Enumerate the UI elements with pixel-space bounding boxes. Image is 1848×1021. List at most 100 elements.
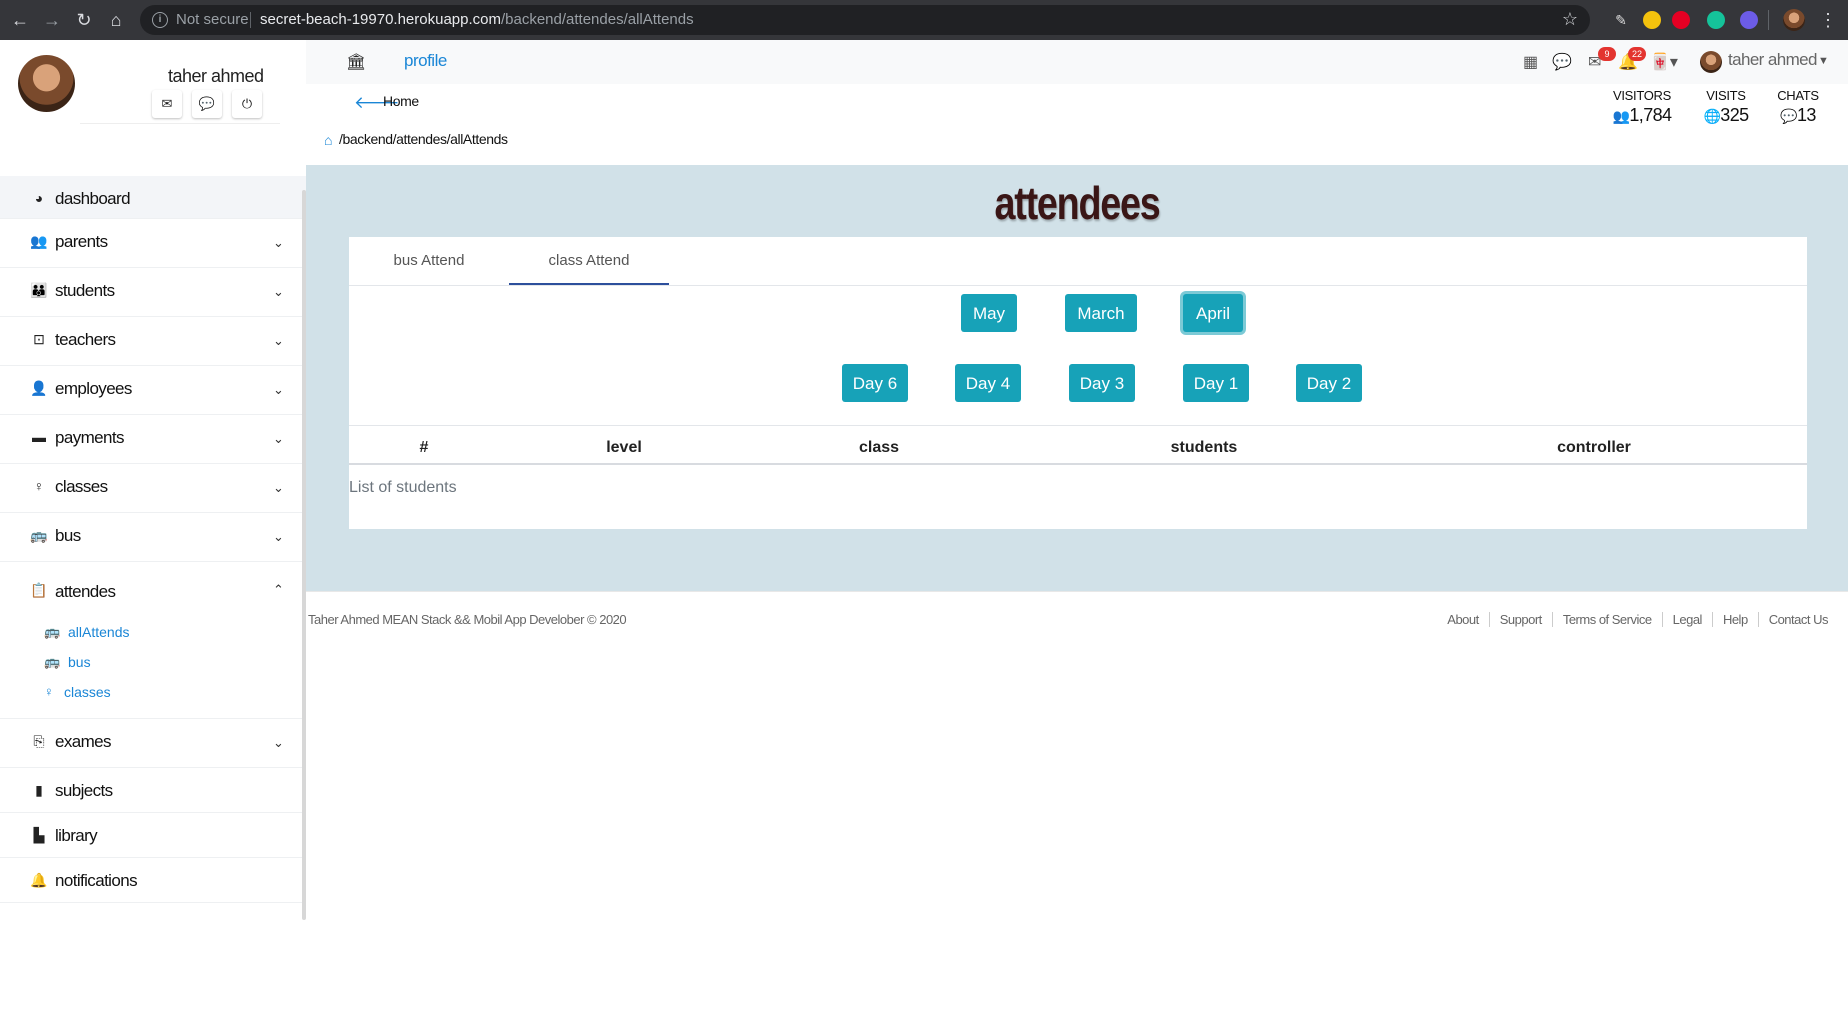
bus-icon: 🚌 [44, 624, 61, 639]
bus-icon: 🚌 [30, 527, 48, 543]
chevron-down-icon: ⌄ [273, 480, 284, 495]
chevron-down-icon: ⌄ [273, 735, 284, 750]
sidebar-item-subjects[interactable]: ▮ subjects [0, 768, 306, 813]
browser-profile-avatar[interactable] [1783, 9, 1805, 31]
day-button-6[interactable]: Day 6 [842, 364, 908, 402]
footer-link-about[interactable]: About [1437, 612, 1488, 627]
footer-link-support[interactable]: Support [1488, 612, 1552, 627]
home-icon[interactable]: ⌂ [104, 8, 128, 32]
sidebar-subitem-classes[interactable]: ♀ classes [0, 678, 306, 708]
day-button-2[interactable]: Day 2 [1296, 364, 1362, 402]
chevron-down-icon: ⌄ [273, 431, 284, 446]
home-icon[interactable]: ⌂ [324, 132, 332, 148]
attendes-submenu: 🚌 allAttends 🚌 bus ♀ classes [0, 616, 306, 719]
url-text[interactable]: secret-beach-19970.herokuapp.com/backend… [260, 11, 694, 28]
sidebar-item-label: payments [55, 428, 125, 447]
sidebar-item-payments[interactable]: ▬ payments ⌄ [0, 415, 306, 464]
footer-copyright: Taher Ahmed MEAN Stack && Mobil App Deve… [308, 612, 627, 627]
wallet-icon: ▬ [32, 429, 46, 445]
sidebar-item-label: classes [55, 477, 108, 496]
month-button-april[interactable]: April [1183, 294, 1243, 332]
comments-icon: 💬 [1780, 108, 1797, 124]
table-caption: List of students [349, 479, 457, 496]
address-bar[interactable]: i Not secure secret-beach-19970.herokuap… [140, 5, 1590, 35]
sidebar-item-notifications[interactable]: 🔔 notifications [0, 858, 306, 903]
sidebar-item-dashboard[interactable]: ◕ dashboard [0, 176, 306, 219]
day-button-3[interactable]: Day 3 [1069, 364, 1135, 402]
header-username[interactable]: taher ahmed [1728, 50, 1817, 70]
sidebar-subitem-label: allAttends [68, 624, 130, 640]
sidebar-item-label: library [55, 826, 98, 845]
url-path: /backend/attendes/allAttends [500, 11, 694, 28]
back-home-link[interactable]: Home [383, 93, 419, 109]
sidebar-subitem-label: bus [68, 654, 91, 670]
tab-class-attend[interactable]: class Attend [509, 237, 669, 285]
browser-menu-icon[interactable]: ⋮ [1816, 8, 1840, 32]
books-icon: ▙ [33, 827, 45, 843]
info-icon[interactable]: i [152, 12, 168, 28]
stat-label: VISITS [1706, 88, 1746, 103]
sidebar-item-label: teachers [55, 330, 116, 349]
language-icon[interactable]: 🀄▾ [1650, 52, 1678, 72]
sidebar-item-employees[interactable]: 👤 employees ⌄ [0, 366, 306, 415]
reload-icon[interactable]: ↻ [72, 8, 96, 32]
messages-badge: 9 [1598, 47, 1616, 61]
footer-link-terms[interactable]: Terms of Service [1551, 612, 1662, 627]
sidebar-item-label: attendes [55, 582, 116, 601]
dashboard-icon: ◕ [34, 190, 44, 206]
sidebar-username: taher ahmed [168, 66, 264, 86]
table-header-controller: controller [1557, 439, 1631, 456]
sidebar-item-exames[interactable]: ⎘ exames ⌄ [0, 719, 306, 768]
sidebar-item-attendes[interactable]: 📋 attendes ⌃ [0, 562, 306, 616]
child-icon: 👪 [30, 282, 48, 298]
extension-yellow-icon[interactable] [1643, 11, 1661, 29]
tab-bus-attend[interactable]: bus Attend [349, 237, 509, 285]
forward-icon[interactable]: → [40, 8, 64, 32]
caret-down-icon[interactable]: ▼ [1818, 55, 1829, 67]
sidebar-item-library[interactable]: ▙ library [0, 813, 306, 858]
address-separator [250, 12, 251, 28]
header-avatar[interactable] [1700, 51, 1722, 73]
footer-link-help[interactable]: Help [1711, 612, 1758, 627]
sidebar-nav: ◕ dashboard 👥 parents ⌄ 👪 students ⌄ ⊡ t… [0, 176, 306, 903]
footer-divider [306, 591, 1848, 592]
page-title: attendees [994, 177, 1160, 229]
bus-icon: 🚌 [44, 654, 61, 669]
sidebar-item-classes[interactable]: ♀ classes ⌄ [0, 464, 306, 513]
month-button-march[interactable]: March [1065, 294, 1137, 332]
chevron-down-icon: ⌄ [273, 382, 284, 397]
grammarly-extension-icon[interactable] [1707, 11, 1725, 29]
avatar[interactable] [18, 55, 75, 112]
day-button-1[interactable]: Day 1 [1183, 364, 1249, 402]
lightbulb-icon: ♀ [44, 684, 54, 699]
sidebar-item-label: parents [55, 232, 108, 251]
comments-icon[interactable]: 💬 [1552, 52, 1572, 72]
calendar-icon[interactable]: ▦ [1523, 52, 1538, 72]
stat-value: 👥1,784 [1604, 105, 1680, 126]
footer-link-contact[interactable]: Contact Us [1757, 612, 1838, 627]
profile-link[interactable]: profile [404, 51, 447, 71]
attendance-card: bus Attend class Attend May March April … [349, 237, 1807, 529]
pen-extension-icon[interactable]: ✎ [1612, 11, 1630, 29]
sidebar-subitem-allattends[interactable]: 🚌 allAttends [0, 618, 306, 648]
bookmark-star-icon[interactable]: ☆ [1562, 9, 1578, 30]
pinterest-extension-icon[interactable] [1672, 11, 1690, 29]
sidebar-subitem-bus[interactable]: 🚌 bus [0, 648, 306, 678]
sidebar-item-bus[interactable]: 🚌 bus ⌄ [0, 513, 306, 562]
mail-button[interactable]: ✉ [152, 90, 182, 118]
month-button-may[interactable]: May [961, 294, 1017, 332]
school-icon[interactable]: 🏛 [346, 52, 366, 72]
sidebar-item-label: bus [55, 526, 81, 545]
extension-purple-icon[interactable] [1740, 11, 1758, 29]
chat-button[interactable]: 💬 [192, 90, 222, 118]
stat-visitors: VISITORS 👥1,784 [1604, 88, 1680, 126]
globe-icon: 🌐 [1703, 108, 1721, 124]
sidebar-item-teachers[interactable]: ⊡ teachers ⌄ [0, 317, 306, 366]
day-button-4[interactable]: Day 4 [955, 364, 1021, 402]
security-label: Not secure [176, 11, 249, 28]
logout-button[interactable]: ⏻ [232, 90, 262, 118]
sidebar-item-parents[interactable]: 👥 parents ⌄ [0, 219, 306, 268]
back-icon[interactable]: ← [8, 8, 32, 32]
sidebar-item-students[interactable]: 👪 students ⌄ [0, 268, 306, 317]
footer-link-legal[interactable]: Legal [1661, 612, 1712, 627]
